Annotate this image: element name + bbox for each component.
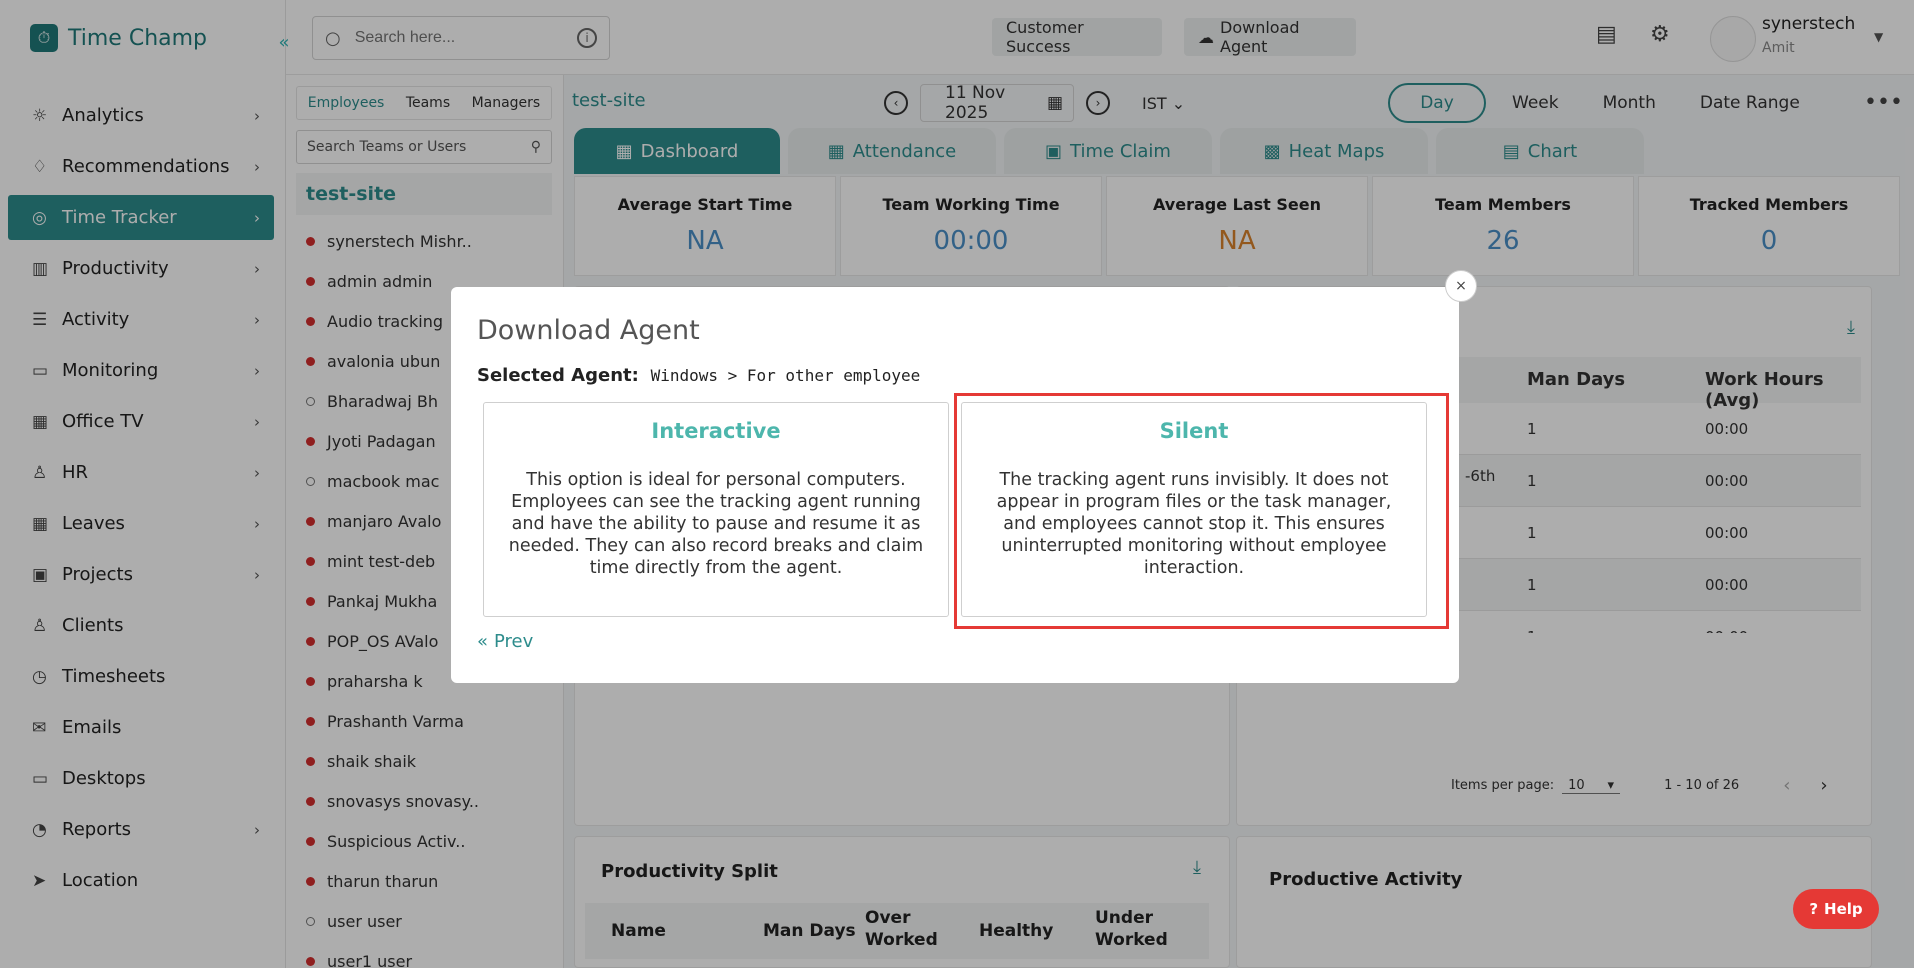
download-agent-modal: Download Agent Selected Agent: Windows >… — [451, 287, 1459, 683]
prev-button[interactable]: « Prev — [477, 631, 533, 652]
help-button[interactable]: ? Help — [1793, 889, 1879, 929]
option-interactive-desc: This option is ideal for personal comput… — [508, 470, 924, 578]
close-icon[interactable]: × — [1445, 270, 1477, 302]
double-chevron-left-icon: « — [477, 631, 489, 652]
help-label: Help — [1824, 900, 1863, 918]
selection-highlight — [954, 393, 1449, 629]
option-interactive-title: Interactive — [651, 419, 781, 443]
selected-agent-value: Windows > For other employee — [650, 366, 921, 385]
help-circle-icon: ? — [1809, 900, 1819, 918]
selected-agent: Selected Agent: Windows > For other empl… — [477, 365, 920, 386]
prev-label: Prev — [494, 631, 534, 652]
option-interactive[interactable]: Interactive This option is ideal for per… — [483, 402, 949, 617]
selected-agent-label: Selected Agent: — [477, 365, 639, 386]
collapse-sidebar-icon[interactable]: « — [270, 28, 298, 56]
modal-title: Download Agent — [477, 315, 700, 346]
